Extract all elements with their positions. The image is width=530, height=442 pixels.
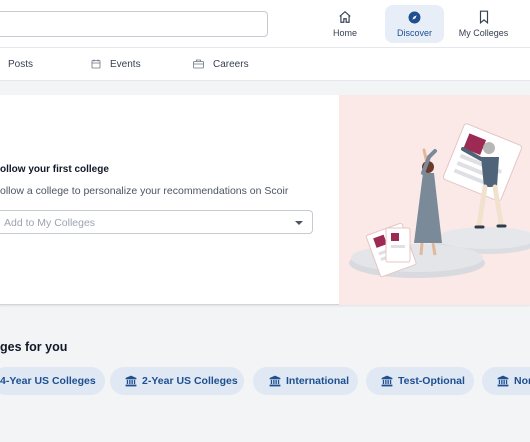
tab-posts[interactable]: Posts xyxy=(8,48,33,80)
chip-label: 4-Year US Colleges xyxy=(0,375,96,387)
nav-my-colleges-button[interactable]: My Colleges xyxy=(455,5,512,43)
chip-2-year-us-colleges[interactable]: 2-Year US Colleges xyxy=(110,367,244,395)
nav-discover-button[interactable]: Discover xyxy=(385,5,444,43)
chip-test-optional[interactable]: Test-Optional xyxy=(366,367,474,395)
nav-home-label: Home xyxy=(332,28,357,38)
top-navigation: Home Discover My Colleges xyxy=(0,0,530,48)
chevron-down-icon xyxy=(295,221,303,225)
tab-careers[interactable]: Careers xyxy=(193,48,249,80)
section-title: ges for you xyxy=(0,340,68,354)
hero-title: ollow your first college xyxy=(0,164,109,175)
chip-non[interactable]: Non xyxy=(482,367,530,395)
hero-illustration xyxy=(339,95,530,305)
compass-icon xyxy=(408,11,421,23)
search-input[interactable] xyxy=(0,11,268,37)
select-placeholder: Add to My Colleges xyxy=(4,217,96,229)
briefcase-icon xyxy=(193,59,204,69)
tab-events[interactable]: Events xyxy=(91,48,141,80)
add-to-my-colleges-select[interactable]: Add to My Colleges xyxy=(0,210,313,234)
tab-careers-label: Careers xyxy=(213,58,249,70)
chip-international[interactable]: International xyxy=(253,367,358,395)
follow-college-card: ollow your first college ollow a college… xyxy=(0,95,530,305)
tab-events-label: Events xyxy=(110,58,141,70)
people-with-college-cards-illustration xyxy=(349,123,530,278)
institution-icon xyxy=(497,375,509,387)
tab-posts-label: Posts xyxy=(8,58,34,70)
nav-discover-label: Discover xyxy=(396,27,432,38)
bookmark-icon xyxy=(479,10,488,24)
chip-label: 2-Year US Colleges xyxy=(142,375,238,387)
hero-subtitle: ollow a college to personalize your reco… xyxy=(0,185,289,197)
institution-icon xyxy=(269,375,281,387)
nav-home-button[interactable]: Home xyxy=(320,5,370,43)
chip-label: Non xyxy=(514,375,530,387)
institution-icon xyxy=(125,375,137,387)
discover-tabs: Posts Events Careers xyxy=(0,48,530,81)
calendar-icon xyxy=(91,59,101,69)
home-icon xyxy=(339,10,351,23)
chip-4-year-us-colleges[interactable]: 4-Year US Colleges xyxy=(0,367,105,395)
chip-label: Test-Optional xyxy=(398,375,465,387)
institution-icon xyxy=(381,375,393,387)
chip-label: International xyxy=(286,375,350,387)
nav-my-colleges-label: My Colleges xyxy=(458,28,509,38)
